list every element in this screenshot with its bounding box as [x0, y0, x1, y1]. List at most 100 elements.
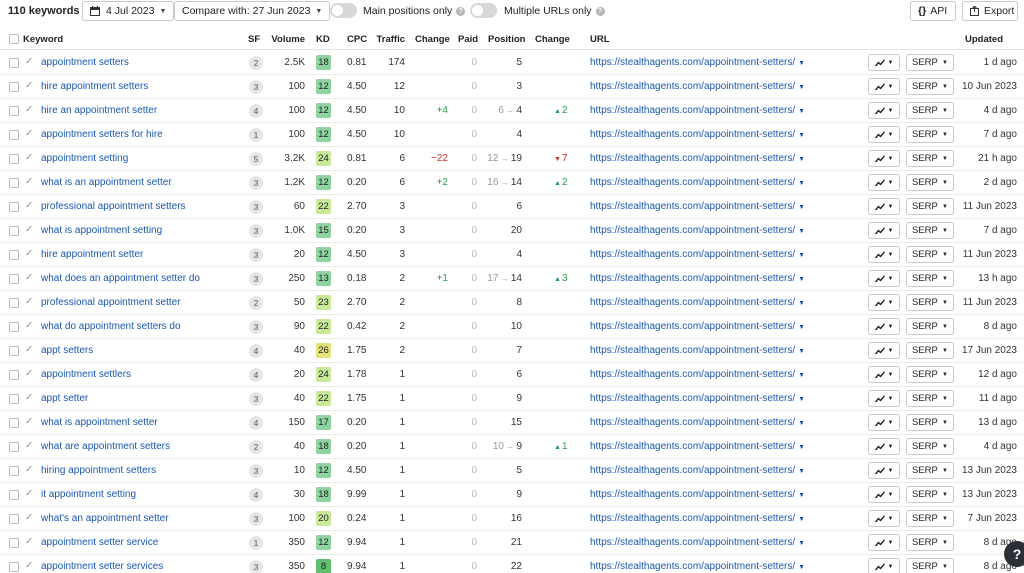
keyword-link[interactable]: appointment setter services [41, 561, 163, 572]
url-text[interactable]: https://stealthagents.com/appointment-se… [590, 489, 795, 500]
serp-features-badge[interactable]: 3 [249, 80, 263, 94]
col-keyword[interactable]: Keyword [23, 34, 63, 45]
chevron-down-icon[interactable]: ▼ [798, 252, 805, 259]
serp-features-badge[interactable]: 3 [249, 248, 263, 262]
serp-features-badge[interactable]: 3 [249, 512, 263, 526]
position-history-button[interactable]: ▼ [868, 390, 900, 407]
col-kd[interactable]: KD [316, 34, 330, 45]
ranking-url[interactable]: https://stealthagents.com/appointment-se… [590, 561, 805, 572]
chevron-down-icon[interactable]: ▼ [798, 492, 805, 499]
keyword-link[interactable]: professional appointment setters [41, 201, 186, 212]
position-history-button[interactable]: ▼ [868, 486, 900, 503]
url-text[interactable]: https://stealthagents.com/appointment-se… [590, 57, 795, 68]
select-all-checkbox[interactable] [9, 34, 19, 44]
date-picker-button[interactable]: 4 Jul 2023 ▼ [82, 1, 175, 21]
position-history-button[interactable]: ▼ [868, 246, 900, 263]
serp-features-badge[interactable]: 4 [249, 344, 263, 358]
position-history-button[interactable]: ▼ [868, 150, 900, 167]
url-text[interactable]: https://stealthagents.com/appointment-se… [590, 297, 795, 308]
serp-button[interactable]: SERP ▼ [906, 102, 954, 119]
serp-features-badge[interactable]: 3 [249, 200, 263, 214]
serp-button[interactable]: SERP ▼ [906, 54, 954, 71]
compare-with-button[interactable]: Compare with: 27 Jun 2023 ▼ [174, 1, 331, 21]
position-history-button[interactable]: ▼ [868, 462, 900, 479]
position-history-button[interactable]: ▼ [868, 126, 900, 143]
chevron-down-icon[interactable]: ▼ [798, 468, 805, 475]
keyword-link[interactable]: appointment setter service [41, 537, 158, 548]
url-text[interactable]: https://stealthagents.com/appointment-se… [590, 345, 795, 356]
position-history-button[interactable]: ▼ [868, 54, 900, 71]
serp-button[interactable]: SERP ▼ [906, 126, 954, 143]
serp-button[interactable]: SERP ▼ [906, 150, 954, 167]
col-volume[interactable]: Volume [270, 34, 305, 45]
chevron-down-icon[interactable]: ▼ [798, 516, 805, 523]
ranking-url[interactable]: https://stealthagents.com/appointment-se… [590, 105, 805, 116]
col-url[interactable]: URL [590, 34, 610, 45]
serp-button[interactable]: SERP ▼ [906, 558, 954, 573]
row-checkbox[interactable] [9, 298, 19, 308]
col-change[interactable]: Change [415, 34, 450, 45]
chevron-down-icon[interactable]: ▼ [798, 348, 805, 355]
keyword-link[interactable]: what is appointment setting [41, 225, 162, 236]
chevron-down-icon[interactable]: ▼ [798, 444, 805, 451]
serp-features-badge[interactable]: 3 [249, 176, 263, 190]
help-icon[interactable]: ? [456, 7, 466, 16]
ranking-url[interactable]: https://stealthagents.com/appointment-se… [590, 393, 805, 404]
position-history-button[interactable]: ▼ [868, 342, 900, 359]
position-history-button[interactable]: ▼ [868, 414, 900, 431]
position-history-button[interactable]: ▼ [868, 102, 900, 119]
url-text[interactable]: https://stealthagents.com/appointment-se… [590, 369, 795, 380]
serp-button[interactable]: SERP ▼ [906, 222, 954, 239]
url-text[interactable]: https://stealthagents.com/appointment-se… [590, 465, 795, 476]
serp-button[interactable]: SERP ▼ [906, 366, 954, 383]
url-text[interactable]: https://stealthagents.com/appointment-se… [590, 201, 795, 212]
url-text[interactable]: https://stealthagents.com/appointment-se… [590, 225, 795, 236]
row-checkbox[interactable] [9, 490, 19, 500]
ranking-url[interactable]: https://stealthagents.com/appointment-se… [590, 225, 805, 236]
row-checkbox[interactable] [9, 202, 19, 212]
chevron-down-icon[interactable]: ▼ [798, 540, 805, 547]
chevron-down-icon[interactable]: ▼ [798, 60, 805, 67]
serp-features-badge[interactable]: 3 [249, 392, 263, 406]
serp-features-badge[interactable]: 5 [249, 152, 263, 166]
col-paid[interactable]: Paid [458, 34, 478, 45]
keyword-link[interactable]: appointment setting [41, 153, 128, 164]
position-history-button[interactable]: ▼ [868, 534, 900, 551]
chevron-down-icon[interactable]: ▼ [798, 372, 805, 379]
keyword-link[interactable]: hire appointment setters [41, 81, 148, 92]
serp-features-badge[interactable]: 4 [249, 104, 263, 118]
ranking-url[interactable]: https://stealthagents.com/appointment-se… [590, 129, 805, 140]
export-button[interactable]: Export [962, 1, 1018, 21]
serp-button[interactable]: SERP ▼ [906, 174, 954, 191]
url-text[interactable]: https://stealthagents.com/appointment-se… [590, 513, 795, 524]
row-checkbox[interactable] [9, 370, 19, 380]
url-text[interactable]: https://stealthagents.com/appointment-se… [590, 537, 795, 548]
keyword-link[interactable]: it appointment setting [41, 489, 136, 500]
serp-features-badge[interactable]: 1 [249, 536, 263, 550]
serp-button[interactable]: SERP ▼ [906, 270, 954, 287]
position-history-button[interactable]: ▼ [868, 198, 900, 215]
row-checkbox[interactable] [9, 250, 19, 260]
col-position-change[interactable]: Change [535, 34, 570, 45]
chevron-down-icon[interactable]: ▼ [798, 564, 805, 571]
serp-features-badge[interactable]: 4 [249, 416, 263, 430]
serp-features-badge[interactable]: 4 [249, 488, 263, 502]
position-history-button[interactable]: ▼ [868, 318, 900, 335]
url-text[interactable]: https://stealthagents.com/appointment-se… [590, 441, 795, 452]
chevron-down-icon[interactable]: ▼ [798, 180, 805, 187]
position-history-button[interactable]: ▼ [868, 438, 900, 455]
keyword-link[interactable]: appt setters [41, 345, 93, 356]
row-checkbox[interactable] [9, 466, 19, 476]
position-history-button[interactable]: ▼ [868, 78, 900, 95]
ranking-url[interactable]: https://stealthagents.com/appointment-se… [590, 273, 805, 284]
chevron-down-icon[interactable]: ▼ [798, 132, 805, 139]
keyword-link[interactable]: appointment setters [41, 57, 129, 68]
serp-button[interactable]: SERP ▼ [906, 438, 954, 455]
col-cpc[interactable]: CPC [347, 34, 367, 45]
url-text[interactable]: https://stealthagents.com/appointment-se… [590, 129, 795, 140]
ranking-url[interactable]: https://stealthagents.com/appointment-se… [590, 81, 805, 92]
row-checkbox[interactable] [9, 418, 19, 428]
ranking-url[interactable]: https://stealthagents.com/appointment-se… [590, 465, 805, 476]
url-text[interactable]: https://stealthagents.com/appointment-se… [590, 81, 795, 92]
ranking-url[interactable]: https://stealthagents.com/appointment-se… [590, 537, 805, 548]
